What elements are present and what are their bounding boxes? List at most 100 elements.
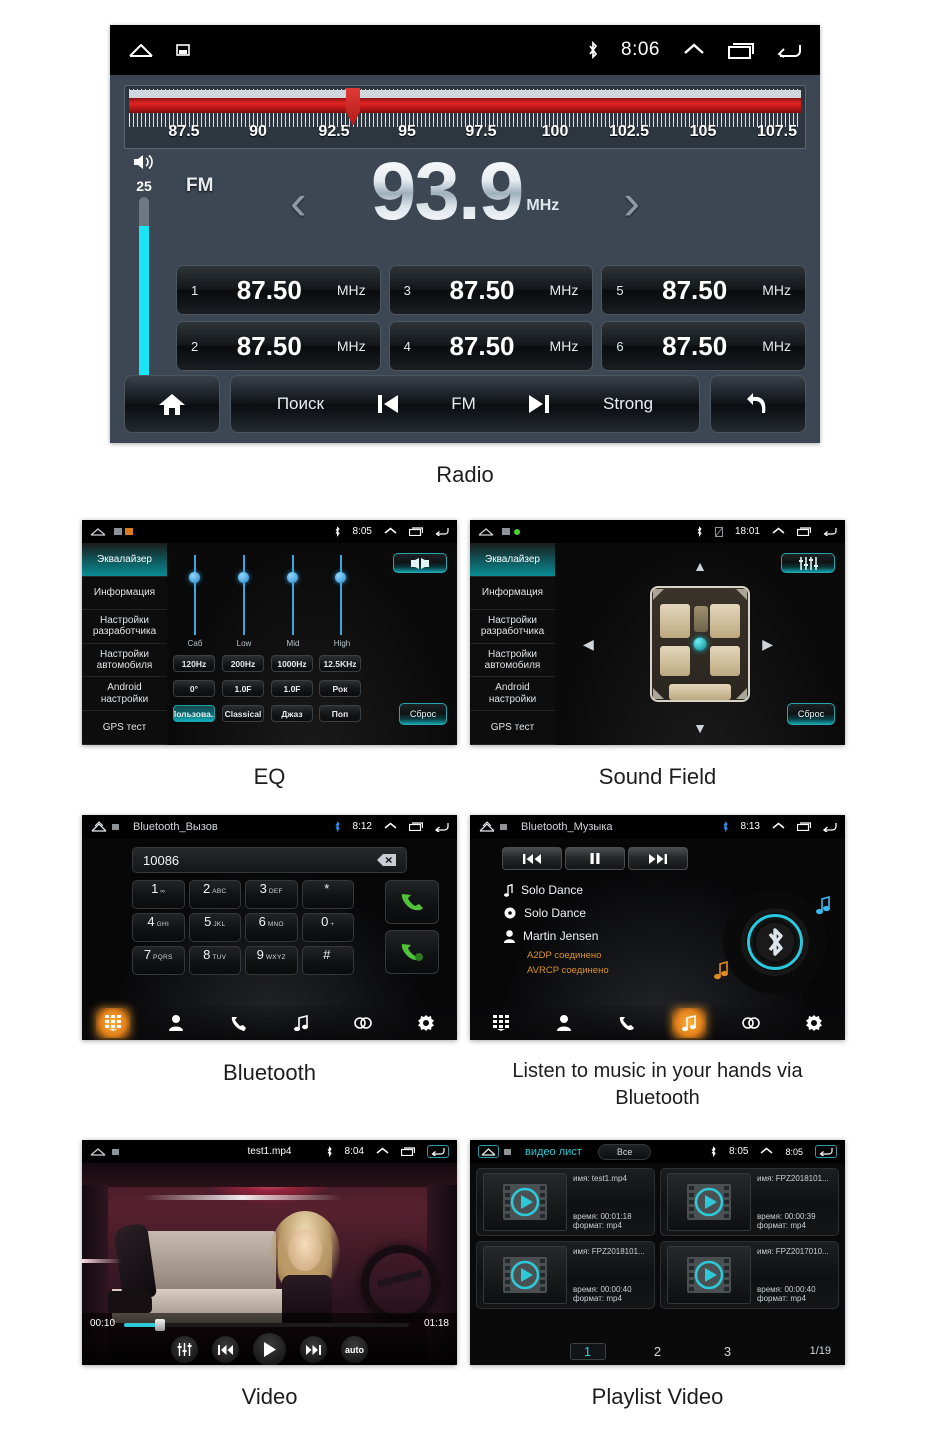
nav-call-log[interactable] bbox=[221, 1008, 255, 1038]
expand-up-icon[interactable] bbox=[772, 822, 785, 831]
sidebar-item-developer-settings[interactable]: Настройки разработчика bbox=[470, 610, 555, 644]
eq-slider-knob[interactable] bbox=[335, 572, 346, 583]
video-next-button[interactable] bbox=[300, 1336, 327, 1363]
nav-call-log[interactable] bbox=[609, 1008, 643, 1038]
video-play-button[interactable] bbox=[253, 1333, 286, 1365]
eq-slider-track[interactable] bbox=[340, 555, 342, 635]
eq-freq-chip[interactable]: 120Hz bbox=[173, 655, 215, 672]
back-icon[interactable] bbox=[434, 822, 449, 833]
expand-up-icon[interactable] bbox=[682, 42, 706, 58]
sidebar-item-gps-test[interactable]: GPS тест bbox=[82, 711, 167, 745]
home-icon[interactable] bbox=[90, 1147, 106, 1156]
eq-freq-chip[interactable]: 200Hz bbox=[222, 655, 264, 672]
page-button-2[interactable]: 2 bbox=[640, 1344, 676, 1359]
video-previous-button[interactable] bbox=[212, 1336, 239, 1363]
dial-key[interactable]: # bbox=[301, 946, 354, 975]
dial-key[interactable]: 7 PQRS bbox=[132, 946, 185, 975]
screenshot-icon[interactable] bbox=[504, 1148, 511, 1155]
sidebar-item-car-settings[interactable]: Настройки автомобиля bbox=[470, 644, 555, 678]
filter-all-button[interactable]: Все bbox=[597, 1143, 652, 1160]
previous-track-button[interactable] bbox=[502, 847, 562, 870]
eq-slider-track[interactable] bbox=[243, 555, 245, 635]
home-icon[interactable] bbox=[128, 42, 154, 58]
eq-gain-chip[interactable]: Рок bbox=[319, 680, 361, 697]
dial-key[interactable]: 0 + bbox=[301, 913, 354, 942]
sidebar-item-equalizer[interactable]: Эквалайзер bbox=[82, 543, 167, 577]
nav-settings[interactable] bbox=[409, 1008, 443, 1038]
search-button[interactable]: Поиск bbox=[277, 394, 324, 414]
sf-up-arrow[interactable]: ▲ bbox=[693, 559, 707, 573]
expand-up-icon[interactable] bbox=[760, 1147, 773, 1156]
sidebar-item-android-settings[interactable]: Android настройки bbox=[82, 677, 167, 711]
dial-key[interactable]: 9 WXYZ bbox=[245, 946, 298, 975]
playlist-item[interactable]: имя: FPZ2017010... время: 00:00:40 форма… bbox=[660, 1241, 839, 1309]
phone-number-field[interactable]: 10086 bbox=[132, 847, 407, 873]
recents-icon[interactable] bbox=[408, 527, 424, 537]
radio-tuner-scale[interactable]: 87.5 90 92.5 95 97.5 100 102.5 105 107.5 bbox=[124, 85, 806, 149]
eq-gain-chip[interactable]: 1.0F bbox=[222, 680, 264, 697]
home-button[interactable] bbox=[124, 375, 220, 433]
video-surface[interactable]: 00:10 01:18 auto bbox=[82, 1163, 457, 1365]
sidebar-item-developer-settings[interactable]: Настройки разработчика bbox=[82, 610, 167, 644]
home-icon[interactable] bbox=[90, 527, 106, 536]
dial-key[interactable]: 8 TUV bbox=[188, 946, 241, 975]
expand-up-icon[interactable] bbox=[772, 527, 785, 536]
home-icon[interactable] bbox=[478, 1145, 499, 1158]
home-icon[interactable] bbox=[90, 820, 108, 833]
dial-key[interactable]: 4 GHI bbox=[132, 913, 185, 942]
nav-link[interactable] bbox=[734, 1008, 768, 1038]
recents-icon[interactable] bbox=[728, 42, 754, 59]
home-icon[interactable] bbox=[478, 820, 496, 833]
recents-icon[interactable] bbox=[400, 1147, 416, 1157]
preset-button[interactable]: 3 87.50 MHz bbox=[388, 265, 594, 315]
sf-down-arrow[interactable]: ▼ bbox=[693, 721, 707, 735]
sf-left-arrow[interactable]: ◀ bbox=[583, 637, 594, 651]
video-auto-button[interactable]: auto bbox=[341, 1336, 368, 1363]
eq-slider-track[interactable] bbox=[194, 555, 196, 635]
backspace-icon[interactable] bbox=[377, 854, 396, 866]
sidebar-item-gps-test[interactable]: GPS тест bbox=[470, 711, 555, 745]
video-thumbnail[interactable] bbox=[667, 1246, 751, 1304]
back-icon[interactable] bbox=[435, 527, 449, 537]
video-thumbnail[interactable] bbox=[483, 1173, 567, 1231]
call-button[interactable] bbox=[385, 880, 439, 924]
back-button[interactable] bbox=[710, 375, 806, 433]
playlist-item[interactable]: имя: FPZ2018101... время: 00:00:40 форма… bbox=[476, 1241, 655, 1309]
sound-field-toggle-button[interactable] bbox=[393, 553, 447, 573]
eq-slider-knob[interactable] bbox=[189, 572, 200, 583]
screenshot-icon[interactable] bbox=[502, 528, 510, 535]
sound-focus-dot[interactable] bbox=[693, 637, 707, 651]
screenshot-icon[interactable] bbox=[112, 1148, 119, 1155]
preset-button[interactable]: 6 87.50 MHz bbox=[601, 321, 806, 371]
eq-freq-chip[interactable]: 1000Hz bbox=[271, 655, 313, 672]
expand-up-icon[interactable] bbox=[384, 822, 397, 831]
page-button-3[interactable]: 3 bbox=[710, 1344, 746, 1359]
strong-button[interactable]: Strong bbox=[603, 394, 653, 414]
sound-field-car-diagram[interactable] bbox=[650, 586, 750, 702]
video-thumbnail[interactable] bbox=[483, 1246, 567, 1304]
screenshot-icon[interactable] bbox=[112, 823, 119, 830]
dial-key[interactable]: * bbox=[301, 880, 354, 909]
eq-slider-knob[interactable] bbox=[238, 572, 249, 583]
next-track-button[interactable] bbox=[628, 847, 688, 870]
sidebar-item-android-settings[interactable]: Android настройки bbox=[470, 677, 555, 711]
video-seek-bar[interactable] bbox=[124, 1319, 409, 1331]
preset-button[interactable]: 5 87.50 MHz bbox=[601, 265, 806, 315]
screenshot-icon[interactable] bbox=[114, 528, 122, 535]
preset-button[interactable]: 4 87.50 MHz bbox=[388, 321, 594, 371]
playlist-item[interactable]: имя: FPZ2018101... время: 00:00:39 форма… bbox=[660, 1168, 839, 1236]
band-button[interactable]: FM bbox=[451, 394, 476, 414]
sidebar-item-information[interactable]: Информация bbox=[82, 577, 167, 611]
nav-link[interactable] bbox=[346, 1008, 380, 1038]
eq-slider-track[interactable] bbox=[292, 555, 294, 635]
screenshot-icon[interactable] bbox=[500, 823, 507, 830]
dial-key[interactable]: 2 ABC bbox=[188, 880, 241, 909]
nav-dialpad[interactable] bbox=[484, 1008, 518, 1038]
end-call-button[interactable] bbox=[385, 930, 439, 974]
nav-music[interactable] bbox=[671, 1008, 706, 1038]
dial-key[interactable]: 5 JKL bbox=[188, 913, 241, 942]
eq-preset-chip-jazz[interactable]: Джаз bbox=[271, 705, 313, 722]
dial-key[interactable]: 6 MNO bbox=[245, 913, 298, 942]
home-icon[interactable] bbox=[478, 527, 494, 536]
eq-preset-chip-classical[interactable]: Classical bbox=[222, 705, 264, 722]
